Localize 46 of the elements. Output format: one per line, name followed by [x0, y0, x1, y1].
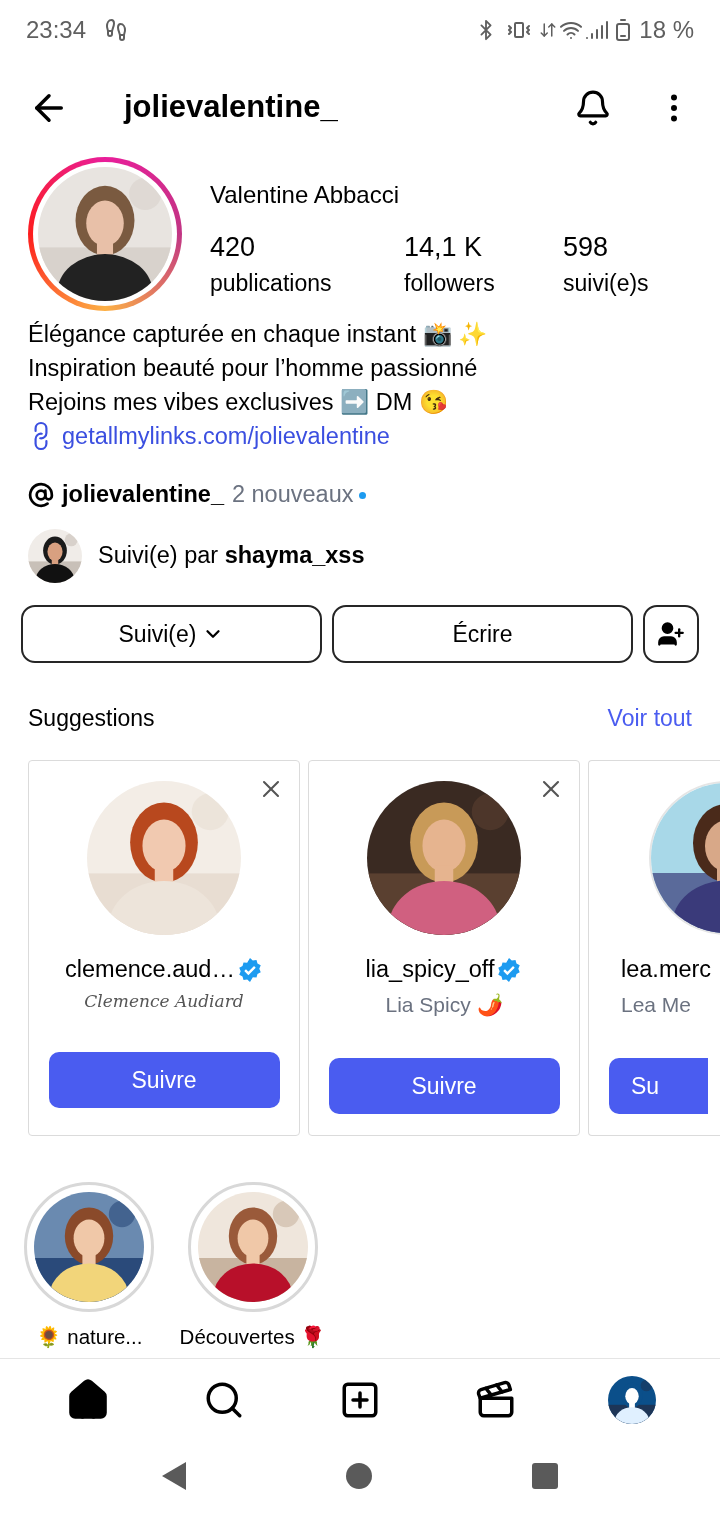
threads-handle[interactable]: jolievalentine_: [62, 477, 224, 513]
section-title: Suggestions: [28, 704, 155, 733]
bio-line: Élégance capturée en chaque instant 📸 ✨: [28, 320, 489, 349]
suggested-name: Clemence Audiard: [84, 989, 244, 1013]
followed-by-text[interactable]: Suivi(e) par shayma_xss: [98, 538, 365, 574]
signal-icon: [585, 18, 610, 42]
suggested-username[interactable]: clemence.aud…: [65, 951, 235, 988]
stat-label: publications: [210, 269, 333, 298]
bio-line: Rejoins mes vibes exclusives ➡ DM 😘: [28, 388, 449, 417]
see-all-link[interactable]: Voir tout: [607, 701, 692, 736]
stat-value: 14,1 K: [404, 231, 484, 263]
stat-label: followers: [404, 269, 496, 298]
following-button[interactable]: Suivi(e): [21, 605, 322, 663]
add-person-button[interactable]: [643, 605, 699, 663]
suggested-username[interactable]: lea.merc: [621, 951, 712, 988]
home-nav-icon[interactable]: [346, 1463, 372, 1489]
notifications-icon[interactable]: [574, 88, 612, 127]
suggested-username[interactable]: lia_spicy_off: [365, 951, 495, 988]
suggested-name: Lea Me: [621, 991, 692, 1018]
back-nav-icon[interactable]: [162, 1462, 186, 1490]
stat-label: suivi(e)s: [563, 269, 650, 298]
stat-value: 420: [210, 231, 257, 263]
highlight-label: 🌻 nature...: [35, 1323, 143, 1350]
highlight-ring[interactable]: [188, 1181, 318, 1312]
suggested-name: Lia Spicy 🌶: [385, 991, 503, 1019]
highlight-ring[interactable]: [24, 1181, 154, 1312]
footprints-icon: [104, 18, 129, 42]
threads-icon: [28, 482, 54, 508]
profile-avatar[interactable]: [608, 1375, 656, 1424]
battery-percent: 18 %: [639, 15, 694, 45]
follow-button[interactable]: Suivre: [328, 1058, 560, 1114]
clock: 23:34: [26, 15, 87, 45]
highlight-label: Découvertes 🌹: [179, 1323, 327, 1350]
follow-button[interactable]: Suivre: [48, 1052, 280, 1108]
follow-button[interactable]: Su: [609, 1058, 708, 1114]
bio-line: Inspiration beauté pour l’homme passionné: [28, 354, 479, 383]
profile-username: jolievalentine_: [124, 88, 338, 127]
add-person-icon: [657, 620, 685, 648]
new-posts-label: 2 nouveaux: [231, 480, 354, 510]
stat-value: 598: [563, 231, 610, 263]
bio-link[interactable]: getallmylinks.com/jolievalentine: [62, 419, 390, 453]
message-button[interactable]: Écrire: [332, 605, 633, 663]
display-name: Valentine Abbacci: [210, 180, 401, 210]
data-arrows-icon: [539, 21, 558, 39]
reels-icon[interactable]: [475, 1378, 517, 1421]
home-icon[interactable]: [66, 1377, 110, 1422]
